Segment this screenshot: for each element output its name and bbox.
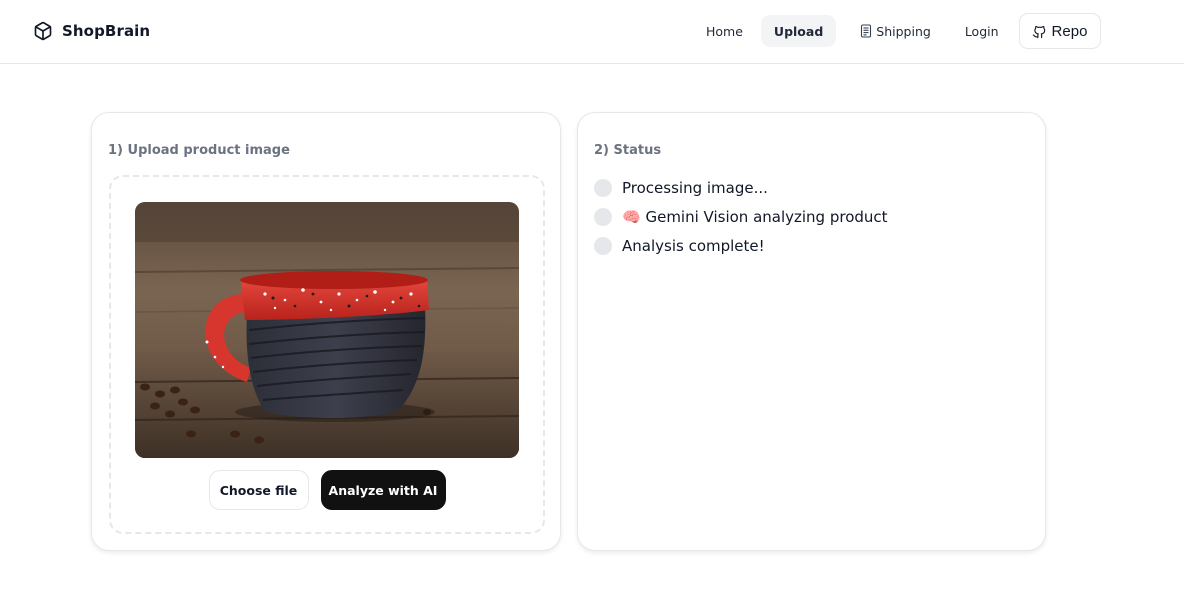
status-step-label: Gemini Vision analyzing product: [645, 207, 888, 226]
analyze-button[interactable]: Analyze with AI: [320, 470, 446, 510]
upload-card-title: 1) Upload product image: [108, 143, 290, 158]
github-icon: [1032, 25, 1045, 38]
upload-actions: Choose file Analyze with AI: [111, 470, 543, 510]
pending-dot-icon: [594, 207, 612, 226]
status-step: Processing image...: [594, 173, 888, 202]
status-step: Analysis complete!: [594, 231, 888, 260]
image-dropzone[interactable]: Choose file Analyze with AI: [109, 175, 545, 534]
top-nav-bar: ShopBrain Home Upload Shipping Login Rep…: [0, 0, 1184, 64]
repo-button[interactable]: Repo: [1018, 13, 1102, 49]
pending-dot-icon: [594, 236, 612, 255]
cube-icon: [34, 21, 52, 41]
upload-card: 1) Upload product image Choose file Anal…: [91, 112, 561, 551]
status-step-label: Analysis complete!: [622, 236, 765, 255]
nav-home[interactable]: Home: [693, 15, 756, 47]
repo-button-label: Repo: [1051, 22, 1088, 40]
nav-shipping[interactable]: Shipping: [847, 15, 943, 47]
nav-shipping-label: Shipping: [876, 23, 931, 39]
status-card: 2) Status Processing image... 🧠 Gemini V…: [577, 112, 1046, 551]
product-image-preview: [135, 202, 519, 458]
brand-name: ShopBrain: [62, 22, 151, 40]
status-step: 🧠 Gemini Vision analyzing product: [594, 202, 888, 231]
status-card-title: 2) Status: [594, 143, 662, 158]
choose-file-button[interactable]: Choose file: [208, 470, 309, 510]
nav-upload[interactable]: Upload: [760, 15, 837, 47]
status-steps: Processing image... 🧠 Gemini Vision anal…: [594, 173, 888, 260]
brand[interactable]: ShopBrain: [33, 19, 150, 43]
status-step-label: Processing image...: [622, 178, 768, 197]
brain-icon: 🧠: [622, 207, 641, 226]
main-nav: Home Upload Shipping Login Repo: [693, 13, 1102, 49]
pending-dot-icon: [594, 178, 612, 197]
receipt-icon: [861, 24, 872, 38]
nav-login[interactable]: Login: [952, 15, 1012, 47]
